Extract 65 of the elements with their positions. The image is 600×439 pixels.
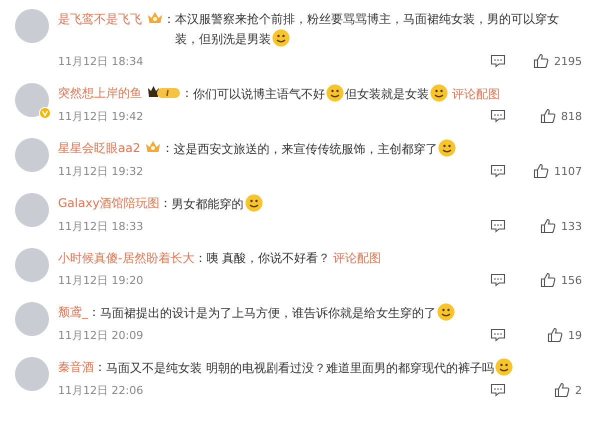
author-name[interactable]: 是飞鸾不是飞飞 xyxy=(58,12,142,26)
comment-text: 咦 真酸，你说不好看？ 评论配图 xyxy=(206,250,382,267)
comment-button[interactable] xyxy=(490,328,506,342)
comment-text: 男女都能穿的 xyxy=(172,194,582,214)
colon: ： xyxy=(181,86,193,100)
comment-icon xyxy=(490,273,506,287)
thumbs-up-icon xyxy=(533,163,549,179)
author-name[interactable]: 小时候真傻-居然盼着长大 xyxy=(58,251,194,265)
colon: ： xyxy=(161,141,174,155)
thumbs-up-icon xyxy=(554,382,570,398)
image-link[interactable]: 评论配图 xyxy=(333,251,382,265)
author-name[interactable]: Galaxy酒馆陪玩图 xyxy=(58,196,160,210)
colon: ： xyxy=(160,196,172,210)
colon: ： xyxy=(194,251,206,265)
like-button[interactable]: 19 xyxy=(526,327,582,343)
comment-button[interactable] xyxy=(490,164,506,178)
image-link[interactable]: 评论配图 xyxy=(452,87,500,101)
smiley-icon xyxy=(430,84,448,102)
like-button[interactable]: 1107 xyxy=(526,163,582,179)
timestamp: 11月12日 18:33 xyxy=(58,218,144,234)
comment-icon xyxy=(490,54,506,68)
comment-text: 马面又不是纯女装 明朝的电视剧看过没？难道里面男的都穿现代的裤子吗 xyxy=(106,358,582,378)
colon: ： xyxy=(94,360,106,374)
comment-button[interactable] xyxy=(490,273,506,287)
comment-text: 马面裙提出的设计是为了上马方便，谁告诉你就是给女生穿的了 xyxy=(100,303,582,323)
comment-button[interactable] xyxy=(490,54,506,68)
comment-icon xyxy=(490,109,506,123)
smiley-icon xyxy=(272,29,290,47)
author-name[interactable]: 星星会眨眼aa2 xyxy=(58,141,140,155)
like-button[interactable]: 156 xyxy=(526,272,582,288)
like-button[interactable]: 818 xyxy=(526,108,582,124)
author-name[interactable]: 颓鸢_ xyxy=(58,305,88,319)
thumbs-up-icon xyxy=(540,108,556,124)
author-name[interactable]: 突然想上岸的鱼 xyxy=(58,86,142,100)
smiley-icon xyxy=(326,84,344,102)
smiley-icon xyxy=(244,194,263,212)
thumbs-up-icon xyxy=(533,53,549,69)
timestamp: 11月12日 20:09 xyxy=(58,328,144,342)
smiley-icon xyxy=(494,358,513,376)
thumbs-up-icon xyxy=(540,218,556,234)
comment-button[interactable] xyxy=(490,383,506,397)
comment-icon xyxy=(490,164,506,178)
comment-icon xyxy=(490,328,506,342)
colon: ： xyxy=(163,12,175,26)
like-button[interactable]: 2195 xyxy=(526,53,582,69)
like-button[interactable]: 133 xyxy=(526,218,582,234)
smiley-icon xyxy=(437,303,455,321)
thumbs-up-icon xyxy=(547,327,563,343)
timestamp: 11月12日 18:34 xyxy=(58,54,144,68)
author-name[interactable]: 秦音酒 xyxy=(58,360,94,374)
thumbs-up-icon xyxy=(540,272,556,288)
comment-text: 本汉服警察来抢个前排，粉丝要骂骂博主，马面裙纯女装，男的可以穿女装，但别洗是男装 xyxy=(175,11,560,49)
timestamp: 11月12日 19:42 xyxy=(58,108,144,124)
comment-text: 这是西安文旅送的，来宣传传统服饰，主创都穿了 xyxy=(173,139,582,159)
timestamp: 11月12日 22:06 xyxy=(58,382,144,398)
comment-button[interactable] xyxy=(490,109,506,123)
comment-text: 你们可以说博主语气不好 但女装就是女装 评论配图 xyxy=(193,84,582,104)
timestamp: 11月12日 19:20 xyxy=(58,272,144,288)
timestamp: 11月12日 19:32 xyxy=(58,164,144,178)
comment-icon xyxy=(490,219,506,233)
colon: ： xyxy=(88,305,100,319)
comment-icon xyxy=(490,383,506,397)
comment-button[interactable] xyxy=(490,219,506,233)
smiley-icon xyxy=(438,139,456,157)
like-button[interactable]: 2 xyxy=(526,382,582,398)
